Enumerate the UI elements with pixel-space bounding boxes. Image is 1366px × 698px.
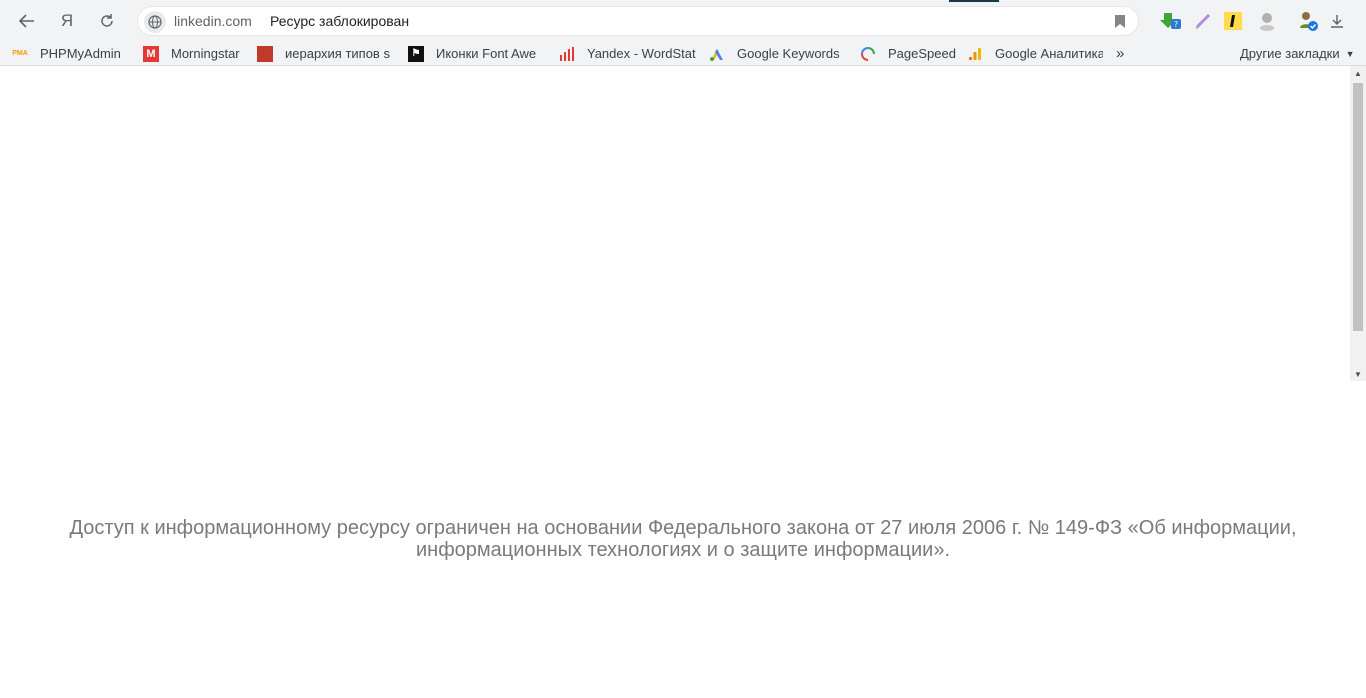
yandex-label: Я — [60, 11, 74, 30]
bookmark-wordstat[interactable]: Yandex - WordStat — [559, 44, 697, 63]
user-icon[interactable] — [1256, 10, 1278, 32]
address-bar[interactable]: linkedin.com Ресурс заблокирован — [137, 6, 1139, 36]
blocked-notice-line2: информационных технологиях и о защите ин… — [416, 539, 950, 561]
reload-button[interactable] — [92, 6, 122, 36]
download-icon[interactable] — [1326, 10, 1348, 32]
address-page-title: Ресурс заблокирован — [270, 13, 410, 29]
pen-icon[interactable] — [1192, 10, 1214, 32]
savefrom-icon[interactable]: ? — [1160, 10, 1182, 32]
phpmyadmin-icon: PMA — [12, 50, 28, 57]
blocked-notice: Доступ к информационному ресурсу огранич… — [40, 517, 1326, 561]
svg-text:?: ? — [1174, 20, 1178, 29]
scroll-down-arrow-icon[interactable]: ▼ — [1350, 367, 1366, 381]
pagespeed-icon — [860, 46, 876, 62]
bookmark-pagespeed[interactable]: PageSpeed — [860, 44, 956, 63]
flag-icon: ⚑ — [408, 45, 424, 62]
yandex-translate-icon[interactable] — [1222, 10, 1244, 32]
page-content: Доступ к информационному ресурсу огранич… — [0, 66, 1350, 698]
bookmark-types-hierarchy[interactable]: иерархия типов s — [257, 44, 391, 63]
address-domain: linkedin.com — [174, 13, 252, 29]
profile-icon[interactable] — [1297, 10, 1319, 32]
arrow-left-icon — [18, 14, 34, 28]
analytics-icon — [967, 46, 983, 62]
other-bookmarks-button[interactable]: Другие закладки ▼ — [1240, 44, 1356, 63]
bookmark-google-analytics[interactable]: Google Аналитика — [967, 44, 1103, 63]
google-ads-icon — [709, 46, 725, 62]
reload-icon — [101, 14, 113, 27]
hierarchy-icon — [257, 45, 273, 62]
globe-icon[interactable] — [144, 11, 166, 33]
bookmark-google-keywords[interactable]: Google Keywords — [709, 44, 843, 63]
browser-toolbar: Я linkedin.com Ресурс заблокирован ? — [0, 0, 1366, 41]
back-button[interactable] — [12, 6, 42, 36]
bar-chart-icon — [559, 46, 575, 62]
tab-accent — [949, 0, 999, 2]
scroll-thumb[interactable] — [1353, 83, 1363, 331]
scroll-up-arrow-icon[interactable]: ▲ — [1350, 66, 1366, 80]
caret-down-icon: ▼ — [1345, 48, 1355, 59]
bookmark-morningstar[interactable]: M Morningstar — [143, 44, 245, 63]
bookmarks-more-button[interactable]: » — [1116, 44, 1132, 63]
vertical-scrollbar[interactable]: ▲ ▼ — [1350, 66, 1366, 381]
morningstar-icon: M — [143, 45, 159, 62]
yandex-home-button[interactable]: Я — [52, 6, 82, 36]
bookmark-font-awesome[interactable]: ⚑ Иконки Font Awe — [408, 44, 542, 63]
bookmark-phpmyadmin[interactable]: PMA PHPMyAdmin — [12, 44, 128, 63]
bookmark-icon[interactable] — [1114, 14, 1126, 29]
blocked-notice-line1: Доступ к информационному ресурсу огранич… — [69, 517, 1297, 539]
bookmarks-bar: PMA PHPMyAdmin M Morningstar иерархия ти… — [0, 41, 1366, 66]
